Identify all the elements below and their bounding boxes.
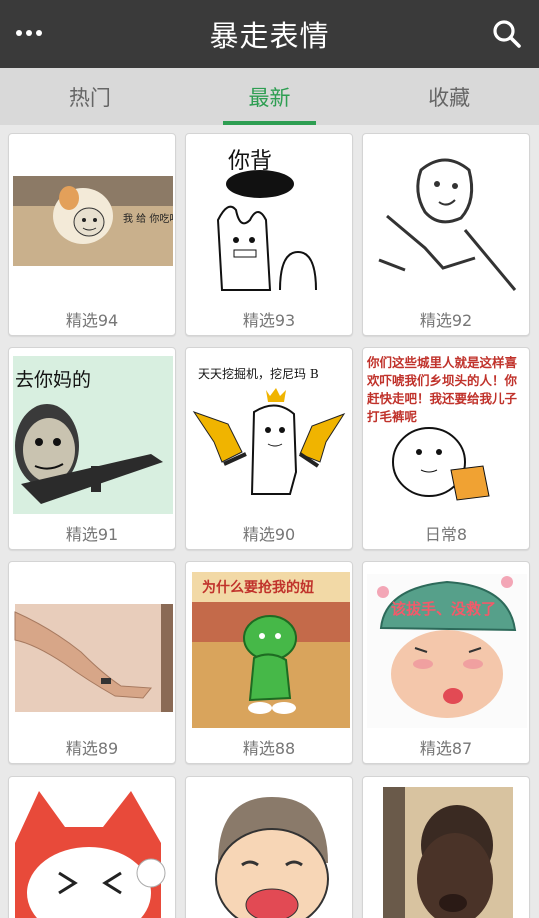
sticker-thumbnail: 天天挖掘机，挖尼玛 B (192, 366, 346, 495)
sticker-card[interactable]: 精选89 (8, 561, 176, 764)
page-title: 暴走表情 (209, 19, 330, 53)
tab-bar: 热门 最新 收藏 (0, 68, 539, 125)
sticker-thumbnail: 去你妈的 (13, 356, 173, 514)
sticker-card[interactable]: 你们这些城里人就是这样喜欢吓唬我们乡坝头的人！你赶快走吧！我还要给我儿子打毛裤呢… (362, 347, 530, 550)
card-label: 精选93 (242, 311, 296, 330)
sticker-thumbnail: 我 给 你吃吧 (13, 176, 173, 266)
svg-text:该拔手、没救了: 该拔手、没救了 (391, 600, 496, 618)
sticker-grid: 我 给 你吃吧 精选94 你背 精选93 精选92 去你妈的 (0, 125, 539, 918)
sticker-card[interactable]: 该拔手、没救了 精选87 (362, 561, 530, 764)
sticker-card[interactable] (8, 776, 176, 918)
sticker-thumbnail: 该拔手、没救了 (367, 574, 527, 728)
card-label: 精选90 (242, 525, 296, 544)
sticker-thumbnail (383, 787, 513, 918)
sticker-card[interactable]: 精选92 (362, 133, 530, 336)
sticker-thumbnail (215, 797, 329, 918)
svg-text:去你妈的: 去你妈的 (15, 369, 91, 391)
card-label: 精选92 (419, 311, 473, 330)
svg-text:为什么要抢我的妞: 为什么要抢我的妞 (202, 579, 314, 596)
card-label: 精选91 (65, 525, 119, 544)
sticker-card[interactable]: 我 给 你吃吧 精选94 (8, 133, 176, 336)
sticker-card[interactable] (362, 776, 530, 918)
sticker-card[interactable]: 为什么要抢我的妞 精选88 (185, 561, 353, 764)
card-label: 日常8 (424, 525, 468, 544)
svg-text:天天挖掘机，挖尼玛 B: 天天挖掘机，挖尼玛 B (198, 366, 319, 381)
card-label: 精选87 (419, 739, 473, 758)
card-label: 精选89 (65, 739, 119, 758)
card-label: 精选88 (242, 739, 296, 758)
tab-latest[interactable]: 最新 (180, 68, 360, 125)
card-label: 精选94 (65, 311, 119, 330)
sticker-thumbnail (14, 604, 173, 712)
sticker-thumbnail: 你们这些城里人就是这样喜欢吓唬我们乡坝头的人！你赶快走吧！我还要给我儿子打毛裤呢 (367, 355, 517, 501)
sticker-thumbnail: 你背 (216, 149, 317, 291)
sticker-card[interactable]: 你背 精选93 (185, 133, 353, 336)
sticker-thumbnail (15, 791, 166, 918)
sticker-thumbnail: 为什么要抢我的妞 (192, 572, 350, 728)
sticker-thumbnail (378, 158, 517, 291)
search-icon[interactable] (487, 14, 527, 54)
sticker-card[interactable]: 天天挖掘机，挖尼玛 B 精选90 (185, 347, 353, 550)
svg-text:我 给 你吃吧: 我 给 你吃吧 (123, 212, 173, 225)
sticker-card[interactable]: 去你妈的 精选91 (8, 347, 176, 550)
app-header: 暴走表情 (0, 0, 539, 68)
tab-favorites[interactable]: 收藏 (359, 68, 539, 125)
tab-hot[interactable]: 热门 (0, 68, 180, 125)
sticker-card[interactable] (185, 776, 353, 918)
